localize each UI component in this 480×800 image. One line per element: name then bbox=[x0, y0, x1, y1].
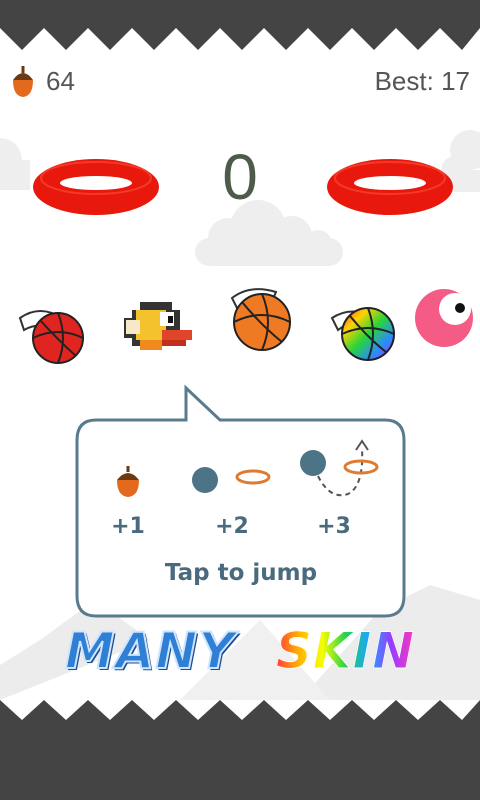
skin-orange-basketball[interactable] bbox=[230, 288, 291, 351]
bottom-spike-border bbox=[0, 700, 480, 800]
tutorial-ball-jump-icon bbox=[300, 450, 326, 476]
skin-pixel-bird[interactable] bbox=[124, 302, 192, 350]
many-skin-banner: MANY SKIN bbox=[0, 621, 480, 681]
game-scene[interactable] bbox=[0, 0, 480, 800]
current-score: 0 bbox=[222, 141, 258, 213]
skin-pink-blob[interactable] bbox=[415, 289, 473, 347]
points-jump-hoop: +3 bbox=[317, 514, 351, 539]
tutorial-caption: Tap to jump bbox=[164, 560, 318, 586]
points-hoop: +2 bbox=[215, 514, 249, 539]
skin-rainbow-basketball[interactable] bbox=[330, 307, 395, 361]
top-spike-border bbox=[0, 0, 480, 50]
points-acorn: +1 bbox=[111, 514, 145, 539]
tutorial-ball-icon bbox=[192, 467, 218, 493]
banner-word-many: MANY bbox=[64, 621, 236, 681]
skin-red-basketball[interactable] bbox=[18, 310, 84, 364]
acorn-count: 64 bbox=[46, 66, 75, 96]
acorn-icon bbox=[13, 66, 33, 97]
best-score: Best: 17 bbox=[374, 66, 470, 96]
banner-word-skin: SKIN bbox=[275, 622, 416, 681]
